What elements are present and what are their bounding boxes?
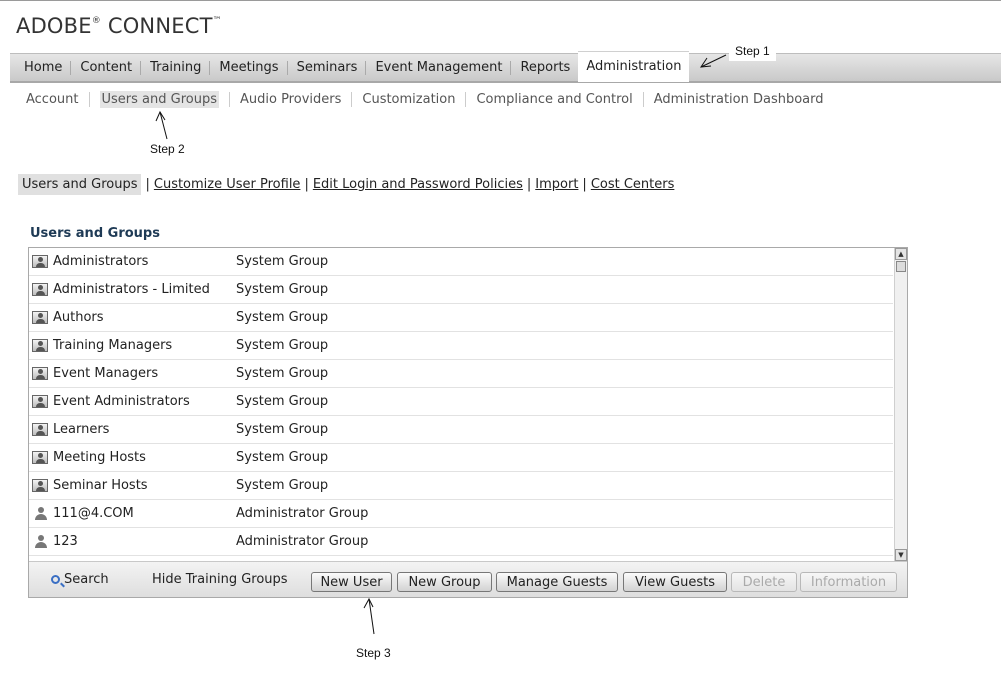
item-type: System Group: [236, 366, 329, 381]
subnav-users-and-groups[interactable]: Users and Groups: [90, 91, 230, 108]
item-type: Administrator Group: [236, 534, 369, 549]
search-label: Search: [64, 572, 109, 587]
item-name: Event Administrators: [53, 394, 190, 409]
adobe-connect-logo: ADOBE® CONNECT™: [16, 14, 222, 38]
step2-annotation: Step 2: [150, 142, 185, 156]
list-item[interactable]: Learners System Group: [29, 416, 893, 444]
subnav-administration-dashboard[interactable]: Administration Dashboard: [644, 92, 834, 107]
link-separator: |: [526, 177, 532, 192]
sub-nav: Account Users and Groups Audio Providers…: [16, 91, 834, 108]
nav-home[interactable]: Home: [10, 60, 72, 75]
item-name: Meeting Hosts: [53, 450, 146, 465]
nav-event-management[interactable]: Event Management: [366, 60, 512, 75]
link-separator: |: [304, 177, 309, 192]
panel-title: Users and Groups: [30, 226, 160, 241]
item-type: System Group: [236, 450, 329, 465]
group-icon: [31, 450, 49, 466]
search-button[interactable]: Search: [51, 572, 109, 587]
list-scrollbar[interactable]: ▲ ▼: [894, 248, 907, 561]
item-name: Administrators - Limited: [53, 282, 210, 297]
step3-annotation: Step 3: [356, 646, 391, 660]
view-guests-button[interactable]: View Guests: [623, 572, 727, 592]
item-name: 111@4.COM: [53, 506, 134, 521]
search-icon: [51, 575, 60, 584]
new-group-button[interactable]: New Group: [397, 572, 492, 592]
manage-guests-button[interactable]: Manage Guests: [496, 572, 618, 592]
item-type: System Group: [236, 422, 329, 437]
link-edit-login-password-policies[interactable]: Edit Login and Password Policies: [313, 177, 523, 192]
scroll-thumb[interactable]: [896, 261, 906, 272]
link-customize-user-profile[interactable]: Customize User Profile: [154, 177, 301, 192]
item-name: Training Managers: [53, 338, 173, 353]
list-item[interactable]: Training Managers System Group: [29, 332, 893, 360]
nav-training[interactable]: Training: [141, 60, 211, 75]
item-name: Administrators: [53, 254, 149, 269]
main-nav: Home Content Training Meetings Seminars …: [10, 51, 1001, 83]
item-type: System Group: [236, 282, 329, 297]
users-groups-panel: Administrators System Group Administrator…: [28, 247, 908, 598]
link-cost-centers[interactable]: Cost Centers: [591, 177, 675, 192]
list-item[interactable]: Event Managers System Group: [29, 360, 893, 388]
group-icon: [31, 394, 49, 410]
subnav-account[interactable]: Account: [16, 92, 90, 107]
group-icon: [31, 254, 49, 270]
subnav-customization[interactable]: Customization: [352, 92, 467, 107]
subnav-audio-providers[interactable]: Audio Providers: [230, 92, 353, 107]
link-users-and-groups-current[interactable]: Users and Groups: [18, 174, 142, 195]
item-name: 123: [53, 534, 78, 549]
nav-administration[interactable]: Administration: [578, 51, 690, 82]
new-user-button[interactable]: New User: [311, 572, 392, 592]
users-groups-list: Administrators System Group Administrator…: [29, 248, 893, 561]
users-icon: [31, 534, 49, 550]
list-item[interactable]: Administrators - Limited System Group: [29, 276, 893, 304]
list-item[interactable]: 111@4.COM Administrator Group: [29, 500, 893, 528]
item-name: Event Managers: [53, 366, 159, 381]
list-item[interactable]: Meeting Hosts System Group: [29, 444, 893, 472]
group-icon: [31, 366, 49, 382]
list-toolbar: Search Hide Training Groups New User New…: [29, 561, 907, 597]
nav-meetings[interactable]: Meetings: [210, 60, 288, 75]
step1-annotation: Step 1: [729, 41, 776, 61]
item-type: System Group: [236, 254, 329, 269]
subnav-users-and-groups-label: Users and Groups: [99, 91, 219, 108]
group-icon: [31, 478, 49, 494]
link-import[interactable]: Import: [535, 177, 578, 192]
item-name: Learners: [53, 422, 110, 437]
group-icon: [31, 422, 49, 438]
hide-training-groups-button[interactable]: Hide Training Groups: [152, 572, 288, 587]
scroll-up-arrow-icon[interactable]: ▲: [895, 248, 907, 260]
section-links: Users and Groups | Customize User Profil…: [18, 174, 674, 195]
link-separator: |: [145, 177, 150, 192]
item-type: System Group: [236, 394, 329, 409]
group-icon: [31, 310, 49, 326]
list-item[interactable]: Event Administrators System Group: [29, 388, 893, 416]
nav-reports[interactable]: Reports: [511, 60, 578, 75]
group-icon: [31, 338, 49, 354]
list-item[interactable]: Authors System Group: [29, 304, 893, 332]
item-type: System Group: [236, 478, 329, 493]
link-separator: |: [582, 177, 587, 192]
list-item[interactable]: 123 Administrator Group: [29, 528, 893, 556]
item-type: System Group: [236, 310, 329, 325]
item-type: Administrator Group: [236, 506, 369, 521]
top-border: [0, 0, 1001, 1]
item-name: Seminar Hosts: [53, 478, 148, 493]
nav-seminars[interactable]: Seminars: [288, 60, 367, 75]
nav-content[interactable]: Content: [71, 60, 142, 75]
item-name: Authors: [53, 310, 104, 325]
list-item[interactable]: Seminar Hosts System Group: [29, 472, 893, 500]
users-icon: [31, 506, 49, 522]
list-item[interactable]: Administrators System Group: [29, 248, 893, 276]
scroll-down-arrow-icon[interactable]: ▼: [895, 549, 907, 561]
subnav-compliance-and-control[interactable]: Compliance and Control: [466, 92, 644, 107]
item-type: System Group: [236, 338, 329, 353]
delete-button[interactable]: Delete: [731, 572, 797, 592]
information-button[interactable]: Information: [800, 572, 897, 592]
group-icon: [31, 282, 49, 298]
